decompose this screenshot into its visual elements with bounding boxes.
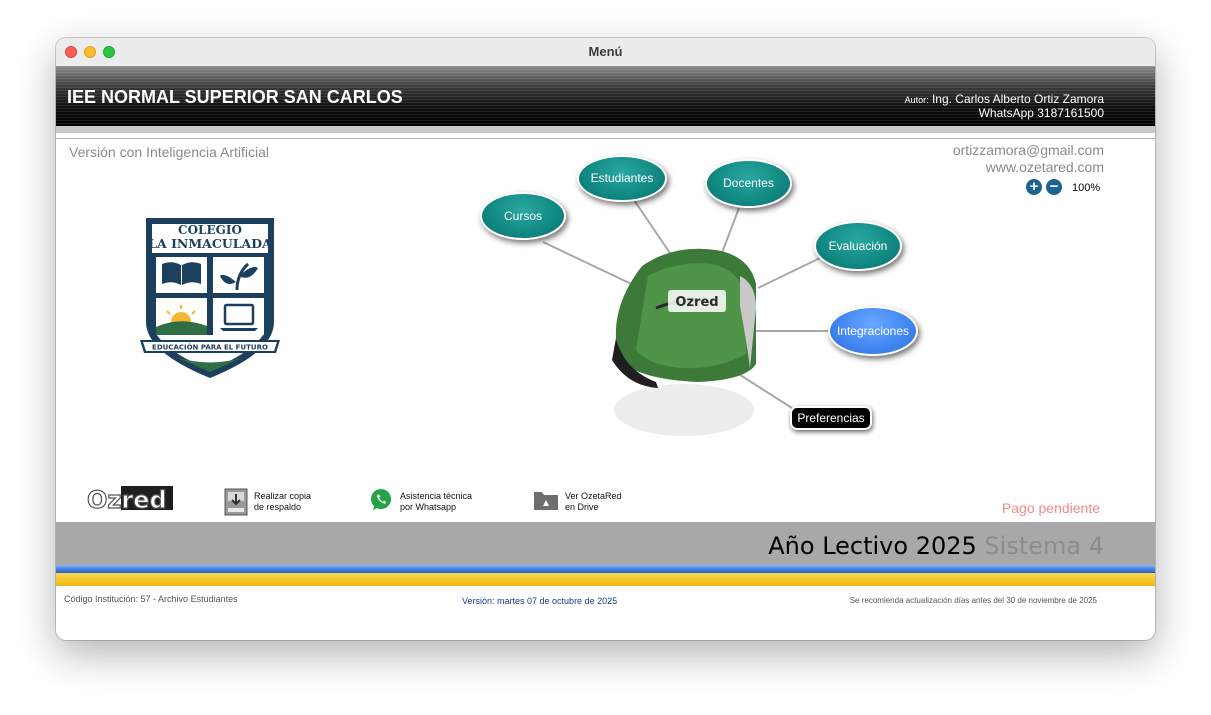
- cursos-label: Cursos: [503, 209, 542, 223]
- footer-institution: Código Institución: 57 - Archivo Estudia…: [64, 594, 238, 604]
- estudiantes-label: Estudiantes: [590, 171, 654, 185]
- contact-email: ortizzamora@gmail.com: [952, 142, 1104, 158]
- blue-stripe: [56, 565, 1155, 573]
- connector-lines: [542, 199, 832, 409]
- zoom-level: 100%: [1072, 182, 1101, 194]
- integraciones-label: Integraciones: [836, 324, 910, 338]
- preferencias-label: Preferencias: [797, 411, 865, 425]
- drive-folder-icon: [534, 492, 558, 510]
- whatsapp-line2: por Whatsapp: [400, 502, 457, 512]
- header-banner: IEE NORMAL SUPERIOR SAN CARLOS Autor: In…: [56, 66, 1155, 126]
- payment-status[interactable]: Pago pendiente: [1002, 500, 1100, 516]
- contact-info: ortizzamora@gmail.com www.ozetared.com: [953, 142, 1104, 176]
- zoom-out-button[interactable]: −: [1046, 179, 1062, 195]
- backup-line2: de respaldo: [254, 502, 302, 512]
- header-divider-line: [56, 138, 1155, 139]
- docentes-button[interactable]: Docentes: [705, 159, 792, 208]
- cursos-button[interactable]: Cursos: [480, 192, 566, 240]
- school-logo: COLEGIO LA INMACULADA EDUCACIÓN PARA EL …: [140, 218, 280, 378]
- yellow-stripe: [56, 573, 1155, 586]
- logo-line2: LA INMACULADA: [148, 236, 272, 251]
- title-bar: Menú: [56, 38, 1155, 67]
- header-divider: [56, 126, 1155, 133]
- backup-line1: Realizar copia: [254, 491, 312, 501]
- author-info: Autor: Ing. Carlos Alberto Ortiz Zamora …: [905, 93, 1104, 120]
- author-prefix: Autor:: [904, 95, 929, 105]
- whatsapp-icon: [371, 489, 391, 510]
- zoom-in-button[interactable]: +: [1026, 179, 1042, 195]
- drive-line2: en Drive: [565, 502, 599, 512]
- ozred-brand: Ozred: [87, 486, 167, 513]
- backpack-icon: Ozred: [612, 248, 756, 436]
- minus-circle-icon: −: [1049, 178, 1059, 195]
- drive-line1: Ver OzetaRed: [565, 491, 622, 501]
- year-label: Año Lectivo 2025: [768, 532, 977, 560]
- app-window: Menú IEE NORMAL SUPERIOR SAN CARLOS Auto…: [56, 38, 1155, 640]
- backup-icon: [224, 488, 248, 516]
- ozred-logo: Ozred: [86, 485, 173, 513]
- school-name: IEE NORMAL SUPERIOR SAN CARLOS: [67, 87, 403, 107]
- preferencias-button[interactable]: Preferencias: [790, 406, 872, 430]
- system-label: Sistema 4: [984, 532, 1104, 560]
- docentes-label: Docentes: [723, 176, 774, 190]
- logo-banner: EDUCACIÓN PARA EL FUTURO: [152, 343, 268, 352]
- footer-update-note: Se recomienda actualización días antes d…: [849, 596, 1097, 605]
- logo-line1: COLEGIO: [178, 223, 242, 237]
- contact-website: www.ozetared.com: [985, 159, 1104, 175]
- version-ia-label: Versión con Inteligencia Artificial: [69, 144, 269, 160]
- evaluacion-label: Evaluación: [828, 239, 888, 253]
- author-name: Ing. Carlos Alberto Ortiz Zamora: [931, 92, 1104, 106]
- academic-year-bar: Año Lectivo 2025 Sistema 4: [56, 522, 1155, 565]
- estudiantes-button[interactable]: Estudiantes: [577, 155, 667, 202]
- whatsapp-line1: Asistencia técnica: [400, 491, 473, 501]
- tools-row: Ozred Realizar copia de respaldo Asisten…: [56, 483, 1155, 523]
- evaluacion-button[interactable]: Evaluación: [814, 221, 902, 271]
- author-whatsapp: WhatsApp 3187161500: [978, 106, 1104, 120]
- footer-version: Versión: martes 07 de octubre de 2025: [462, 596, 618, 606]
- year-text: Año Lectivo 2025 Sistema 4: [768, 532, 1104, 560]
- integraciones-button[interactable]: Integraciones: [828, 306, 918, 356]
- window-title: Menú: [588, 44, 623, 59]
- plus-circle-icon: +: [1029, 178, 1039, 195]
- backpack-brand: Ozred: [675, 295, 718, 310]
